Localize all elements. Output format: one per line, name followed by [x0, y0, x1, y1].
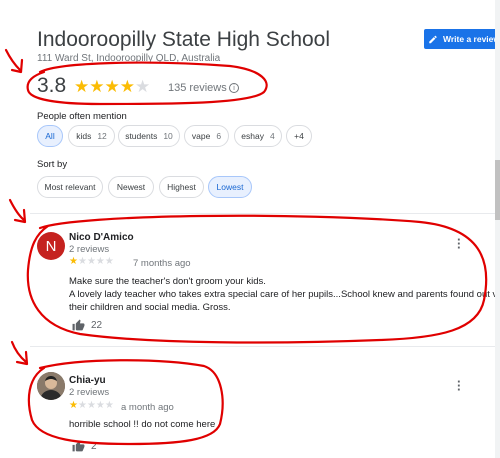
review-time: 7 months ago — [133, 258, 191, 269]
divider — [30, 213, 500, 214]
avatar[interactable] — [37, 372, 65, 400]
sort-most-relevant[interactable]: Most relevant — [37, 176, 103, 198]
scrollbar-track[interactable] — [495, 0, 500, 458]
sort-newest[interactable]: Newest — [108, 176, 154, 198]
star-icon: ★ — [119, 77, 135, 96]
star-icon: ★ — [135, 77, 151, 96]
star-icon: ★ — [104, 77, 120, 96]
chip-all[interactable]: All — [37, 125, 63, 147]
annotation-arrowhead — [15, 350, 29, 366]
review-text: Make sure the teacher's don't groom your… — [69, 275, 500, 314]
sort-option-label: Lowest — [216, 182, 244, 192]
chip-count: 12 — [97, 131, 107, 141]
chip-vape[interactable]: vape 6 — [184, 125, 229, 147]
reviewer-review-count: 2 reviews — [69, 387, 110, 398]
review-stars: ★★★★★ — [69, 256, 114, 267]
mentions-label: People often mention — [37, 111, 127, 122]
star-icon: ★ — [89, 77, 105, 96]
star-icon: ★ — [104, 400, 114, 411]
reviewer-review-count: 2 reviews — [69, 244, 110, 255]
chip-students[interactable]: students 10 — [118, 125, 180, 147]
place-title: Indooroopilly State High School — [37, 28, 331, 51]
sort-option-label: Highest — [167, 182, 196, 192]
like-count: 22 — [91, 320, 103, 331]
review-text-line: A lovely lady teacher who takes extra sp… — [69, 289, 500, 300]
chip-label: kids — [76, 131, 92, 141]
star-icon: ★ — [69, 256, 78, 267]
reviewer-name[interactable]: Nico D'Amico — [69, 232, 134, 243]
star-icon: ★ — [77, 400, 87, 411]
chip-eshay[interactable]: eshay 4 — [234, 125, 282, 147]
star-icon: ★ — [86, 400, 96, 411]
sort-lowest[interactable]: Lowest — [208, 176, 252, 198]
review-stars: ★★★★★ — [69, 400, 114, 411]
star-icon: ★ — [77, 256, 87, 267]
chip-label: +4 — [294, 131, 304, 141]
thumbs-up-icon — [72, 319, 85, 331]
pencil-icon — [429, 35, 437, 43]
like-button[interactable]: 2 — [72, 440, 97, 453]
review-text: horrible school !! do not come here — [69, 418, 215, 431]
avatar-initial: N — [45, 237, 57, 255]
avatar[interactable]: N — [37, 232, 65, 260]
chip-label: vape — [191, 131, 211, 141]
divider — [30, 346, 500, 347]
review-count[interactable]: 135 reviews — [168, 82, 227, 94]
annotation-arrowhead — [13, 208, 27, 224]
chip-kids[interactable]: kids 12 — [68, 125, 115, 147]
rating-value: 3.8 — [37, 74, 67, 97]
star-icon: ★ — [86, 256, 96, 267]
rating-stars: ★★★★★ — [74, 77, 150, 97]
chip-count: 4 — [269, 131, 275, 141]
more-vert-icon[interactable]: · · · — [457, 233, 461, 254]
annotation-arrow — [4, 48, 22, 72]
review-time: a month ago — [121, 402, 174, 413]
star-icon: ★ — [104, 256, 114, 267]
annotation-arrow — [10, 340, 28, 364]
star-icon: ★ — [74, 77, 90, 96]
star-icon: ★ — [95, 256, 105, 267]
scrollbar-thumb[interactable] — [495, 160, 500, 220]
chip-count: 6 — [216, 131, 222, 141]
avatar-photo-icon — [37, 372, 65, 400]
star-icon: ★ — [95, 400, 105, 411]
chip-label: students — [125, 131, 158, 141]
review-text-line: Make sure the teacher's don't groom your… — [69, 276, 266, 287]
chip-label: eshay — [241, 131, 264, 141]
sort-option-label: Newest — [116, 182, 146, 192]
chip-more[interactable]: +4 — [286, 125, 312, 147]
sort-label: Sort by — [37, 159, 68, 170]
more-vert-icon[interactable]: · · · — [457, 375, 461, 396]
thumbs-up-icon — [72, 440, 85, 452]
place-address: 111 Ward St, Indooroopilly QLD, Australi… — [37, 53, 221, 64]
sort-highest[interactable]: Highest — [159, 176, 204, 198]
info-icon[interactable]: i — [229, 83, 239, 93]
annotation-arrowhead — [10, 58, 24, 74]
chip-label: All — [45, 131, 55, 141]
sort-option-label: Most relevant — [44, 182, 96, 192]
annotation-arrow — [8, 198, 26, 222]
chip-count: 10 — [163, 131, 173, 141]
star-icon: ★ — [69, 400, 78, 411]
like-button[interactable]: 22 — [72, 319, 102, 332]
like-count: 2 — [91, 441, 97, 452]
write-review-button[interactable]: Write a review — [424, 29, 500, 49]
review-text-line: their children and social media. Gross. — [69, 302, 231, 313]
write-review-label: Write a review — [442, 34, 500, 44]
review-text-line: horrible school !! do not come here — [69, 419, 216, 430]
reviewer-name[interactable]: Chia-yu — [69, 375, 106, 386]
